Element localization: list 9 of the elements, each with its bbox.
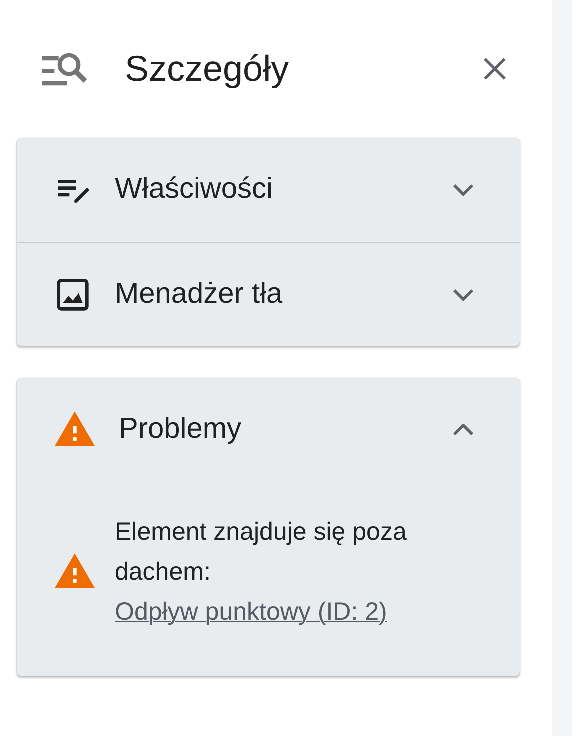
element-link[interactable]: Odpływ punktowy (ID: 2) [115,598,388,626]
accordion-header[interactable]: Problemy [17,378,520,482]
expand-icon [453,184,474,196]
panel-title: Szczegóły [125,47,290,91]
accordion-header[interactable]: Menadżer tła [17,242,520,346]
accordion-header[interactable]: Właściwości [17,138,520,242]
collapse-icon [453,424,474,436]
problem-message: Element znajduje się poza dachem: Odpływ punktowy (ID: 2) [115,517,408,628]
expand-icon [453,288,474,300]
